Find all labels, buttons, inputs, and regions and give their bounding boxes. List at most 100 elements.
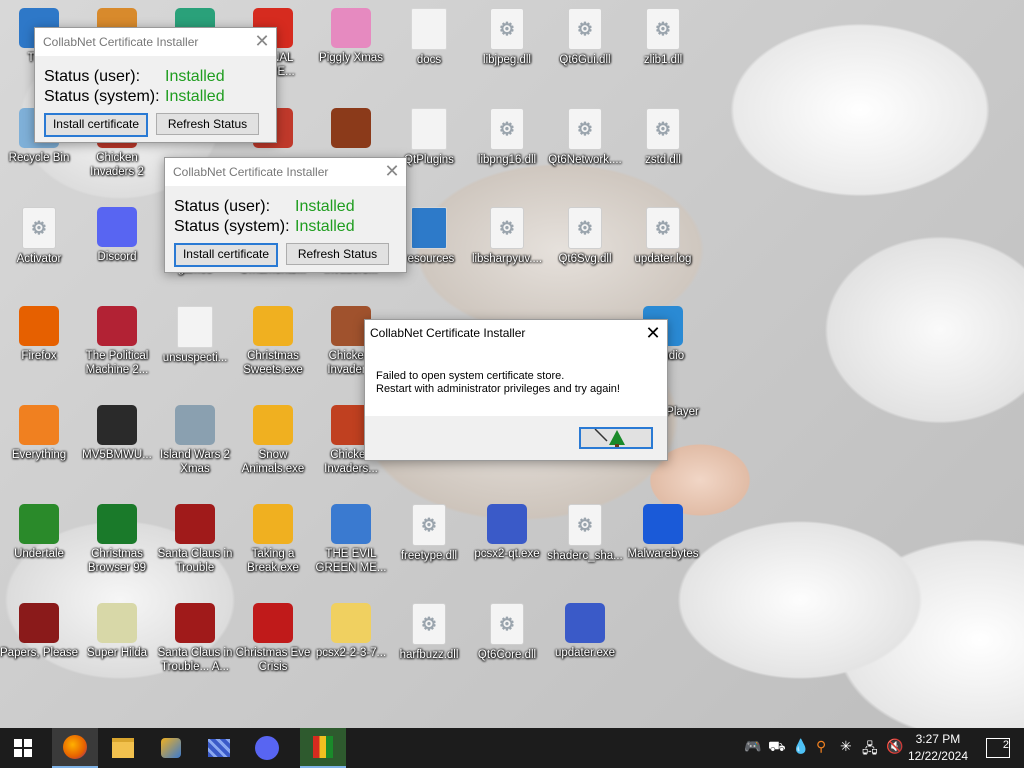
desktop-icon[interactable]: pcsx2-2-3-7... [312,603,390,660]
desktop-icon[interactable] [312,108,390,151]
desktop-icon-label: harfbuzz.dll [399,649,459,661]
window-title: CollabNet Certificate Installer [43,35,199,49]
status-system-value: Installed [295,218,355,235]
desktop-icon[interactable]: MV5BMWU... [78,405,156,462]
desktop-icon[interactable]: Island Wars 2 Xmas [156,405,234,476]
desktop-icon[interactable]: Piggly Xmas [312,8,390,65]
desktop-icon[interactable]: ⚙ harfbuzz.dll [390,603,468,662]
desktop-icon[interactable]: ⚙ zlib1.dll [624,8,702,67]
desktop-icon[interactable]: unsuspecti... [156,306,234,365]
dialog-title: CollabNet Certificate Installer [370,326,526,340]
desktop-icon[interactable]: ⚙ libpng16.dll [468,108,546,167]
taskbar-pcsx2[interactable] [196,728,242,768]
desktop-icon[interactable]: docs [390,8,468,67]
close-icon[interactable]: ✕ [639,320,667,348]
app-icon [253,603,293,643]
taskbar-discord[interactable] [244,728,290,768]
christmas-tree-cursor-icon [594,428,625,447]
status-system-row: Status (system): Installed [174,218,355,236]
desktop-icon[interactable]: ⚙ Qt6Network.... [546,108,624,167]
desktop-icon[interactable]: ⚙ Qt6Core.dll [468,603,546,662]
desktop-icon[interactable]: Santa Claus in Trouble [156,504,234,575]
snowflake-tray-icon[interactable]: ✳ [840,738,852,755]
taskbar-collabnet-installer[interactable] [300,728,346,768]
folder-icon [411,8,447,50]
taskbar-file-explorer[interactable] [100,728,146,768]
desktop-icon[interactable]: ⚙ libjpeg.dll [468,8,546,67]
installer-window-2: CollabNet Certificate Installer ✕ Status… [164,157,407,273]
desktop-icon[interactable]: Super Hilda [78,603,156,660]
discord-tray-icon[interactable]: 🎮 [744,738,761,755]
desktop-icon-label: MV5BMWU... [82,449,152,461]
desktop-icon[interactable]: Papers, Please [0,603,78,660]
desktop-icon[interactable]: Christmas Sweets.exe [234,306,312,377]
desktop-icon[interactable]: The Political Machine 2... [78,306,156,377]
desktop-icon-label: pcsx2-2-3-7... [315,647,387,659]
desktop-icon[interactable]: ⚙ Qt6Gui.dll [546,8,624,67]
desktop-icon[interactable]: Discord [78,207,156,264]
desktop-icon[interactable]: Christmas Eve Crisis [234,603,312,674]
desktop-icon-label: freetype.dll [400,550,458,562]
close-icon[interactable]: ✕ [248,28,276,56]
desktop-icon[interactable]: Malwarebytes [624,504,702,561]
title-bar[interactable]: CollabNet Certificate Installer ✕ [165,158,406,186]
desktop-icon[interactable]: ⚙ freetype.dll [390,504,468,563]
droplet-tray-icon[interactable]: 💧 [792,738,809,755]
desktop-icon[interactable]: ⚙ Activator [0,207,78,266]
taskbar-firefox[interactable] [52,728,98,768]
desktop-icon-label: Everything [11,449,67,461]
folder-icon [112,738,134,758]
close-icon[interactable]: ✕ [378,158,406,186]
desktop-icon[interactable]: pcsx2-qt.exe [468,504,546,561]
desktop-icon[interactable]: Snow Animals.exe [234,405,312,476]
ok-button[interactable] [579,427,653,449]
status-system-label: Status (system): [174,218,290,235]
network-tray-icon[interactable]: 🖧 [862,738,878,762]
desktop-icon[interactable]: Christmas Browser 99 [78,504,156,575]
desktop-icon-label: Christmas Sweets.exe [243,350,303,376]
desktop-icon[interactable]: Firefox [0,306,78,363]
app-icon [331,108,371,148]
start-button[interactable] [0,728,46,768]
taskbar-installer[interactable] [148,728,194,768]
installer-icon [161,738,181,758]
everything-search-tray-icon[interactable]: ⚲ [816,738,826,755]
desktop-icon[interactable]: Santa Claus in Trouble... A... [156,603,234,674]
desktop-icon[interactable]: ⚙ shaderc_sha... [546,504,624,563]
system-clock[interactable]: 3:27 PM 12/22/2024 [908,731,968,765]
app-icon [331,603,371,643]
refresh-status-button[interactable]: Refresh Status [156,113,259,135]
status-user-value: Installed [165,68,225,85]
file-icon: ⚙ [646,207,680,249]
desktop-icon[interactable]: updater.exe [546,603,624,660]
notification-center-button[interactable]: 2 [986,738,1010,758]
title-bar[interactable]: CollabNet Certificate Installer ✕ [365,320,667,348]
app-icon [175,405,215,445]
desktop-icon-label: libjpeg.dll [483,54,531,66]
desktop-icon[interactable]: Taking a Break.exe [234,504,312,575]
clock-date: 12/22/2024 [907,749,968,763]
installer-tray-icon[interactable]: ⛟ [768,738,786,757]
file-icon: ⚙ [568,108,602,150]
dialog-footer [365,416,667,460]
desktop-icon[interactable]: ⚙ zstd.dll [624,108,702,167]
volume-muted-icon[interactable]: 🔇 [886,738,903,755]
install-certificate-button[interactable]: Install certificate [174,243,278,267]
folder-icon [411,207,447,249]
desktop-icon[interactable]: ⚙ updater.log [624,207,702,266]
app-icon [97,504,137,544]
desktop-icon[interactable]: THE EVIL GREEN ME... [312,504,390,575]
desktop-icon-label: Santa Claus in Trouble... A... [157,647,233,673]
desktop-icon[interactable]: ⚙ Qt6Svg.dll [546,207,624,266]
desktop-icon[interactable]: Undertale [0,504,78,561]
desktop-icon-label: Super Hilda [86,647,148,659]
desktop-icon-label: unsuspecti... [162,352,228,364]
desktop-icon[interactable]: Everything [0,405,78,462]
error-message-line-1: Failed to open system certificate store. [376,370,565,382]
desktop-icon-label: Recycle Bin [8,152,70,164]
refresh-status-button[interactable]: Refresh Status [286,243,389,265]
desktop-icon[interactable]: ⚙ libsharpyuv.... [468,207,546,266]
install-certificate-button[interactable]: Install certificate [44,113,148,137]
title-bar[interactable]: CollabNet Certificate Installer ✕ [35,28,276,56]
error-dialog: CollabNet Certificate Installer ✕ Failed… [364,319,668,461]
